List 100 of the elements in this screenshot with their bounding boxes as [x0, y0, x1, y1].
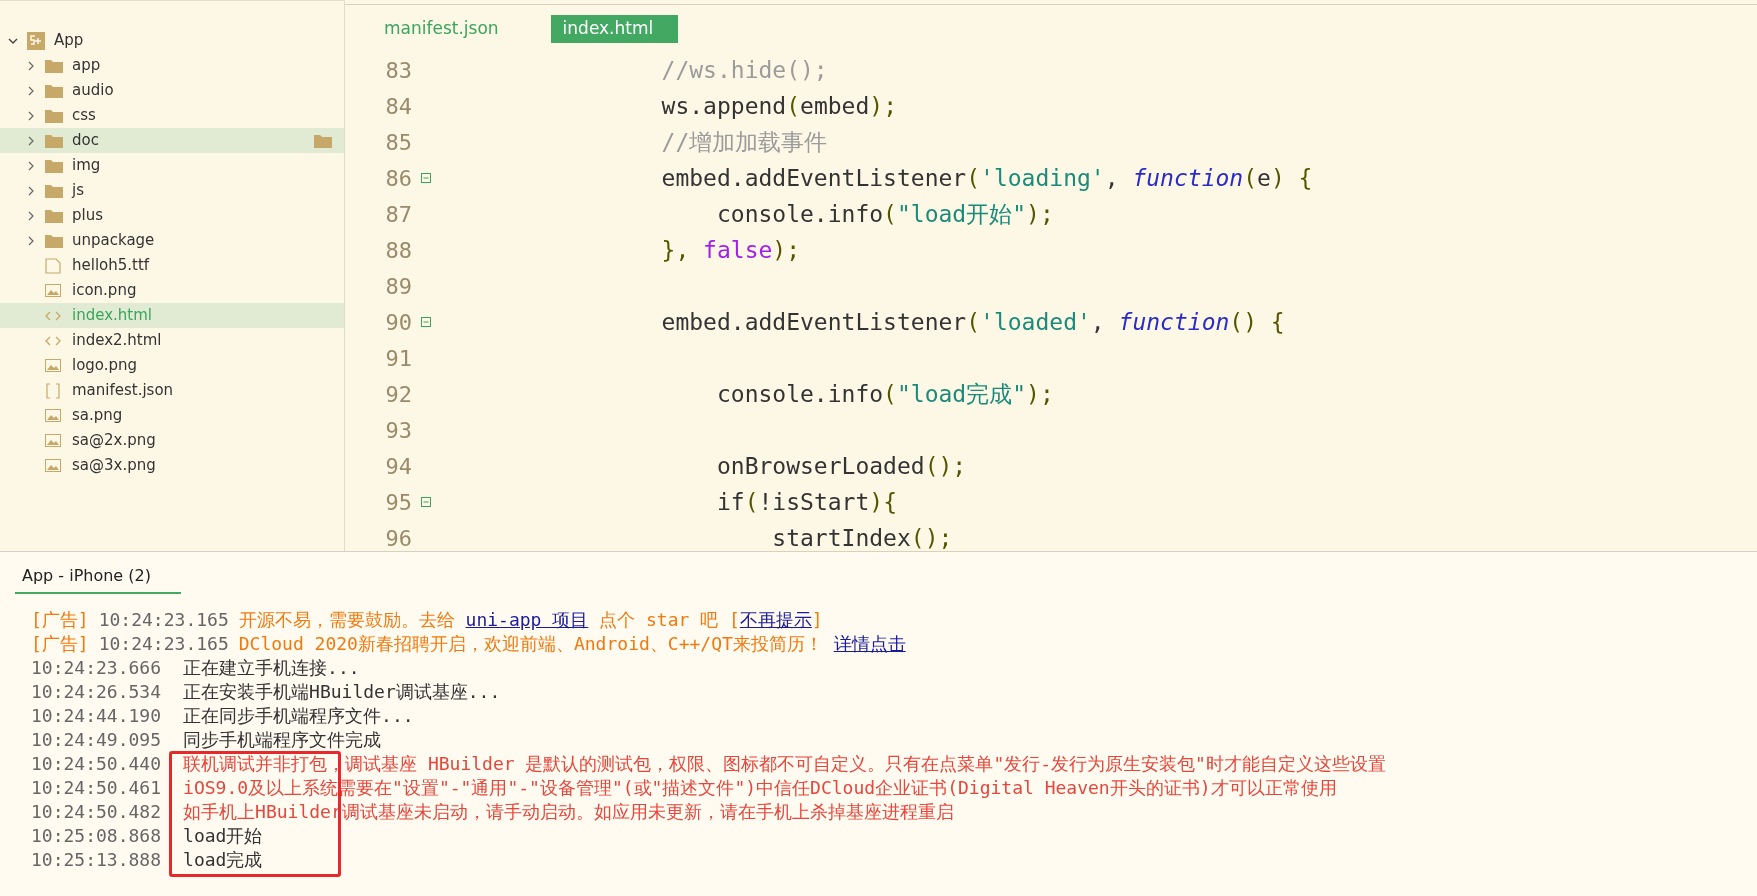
chevron-right-icon[interactable] — [26, 85, 36, 96]
code-line: embed.addEventListener('loaded', function() { — [660, 307, 1285, 337]
console-link[interactable]: 不再提示 — [739, 609, 812, 630]
tree-item-label: doc — [72, 130, 99, 152]
folder-icon — [45, 158, 63, 173]
project-icon — [27, 31, 45, 50]
log-message: 正在建立手机连接... — [183, 656, 360, 680]
image-file-icon — [45, 459, 61, 472]
line-number: 88 — [384, 236, 412, 265]
code-line: startIndex(); — [771, 523, 953, 551]
code-line: console.info("load开始"); — [715, 199, 1054, 229]
log-timestamp: 10:24:50.440 — [31, 752, 162, 776]
tree-item[interactable]: doc — [0, 128, 344, 153]
tree-item-label: index.html — [72, 305, 152, 327]
image-file-icon — [45, 359, 61, 372]
chevron-right-icon[interactable] — [26, 185, 36, 196]
line-number: 96 — [384, 524, 412, 551]
brackets-file-icon — [45, 382, 61, 399]
tree-item[interactable]: sa@2x.png — [0, 428, 344, 453]
tree-item-label: sa.png — [72, 405, 123, 427]
tree-item-label: js — [72, 180, 84, 202]
tree-item[interactable]: img — [0, 153, 344, 178]
line-number: 92 — [384, 380, 412, 409]
file-icon — [45, 257, 61, 274]
line-number: 91 — [384, 344, 412, 373]
line-number: 90 — [384, 308, 412, 337]
tree-item[interactable]: unpackage — [0, 228, 344, 253]
line-number: 93 — [384, 416, 412, 445]
console-tab[interactable]: App - iPhone (2) — [15, 564, 181, 594]
code-line: embed.addEventListener('loading', function(e) { — [660, 163, 1313, 193]
log-message: 正在同步手机端程序文件... — [183, 704, 414, 728]
code-file-icon — [45, 335, 61, 346]
chevron-right-icon[interactable] — [26, 160, 36, 171]
tree-item[interactable]: logo.png — [0, 353, 344, 378]
line-number: 86 — [384, 164, 412, 193]
folder-icon — [45, 233, 63, 248]
log-timestamp: 10:25:13.888 — [31, 848, 162, 872]
tree-item[interactable]: css — [0, 103, 344, 128]
console-link[interactable]: 详情点击 — [833, 633, 906, 654]
log-timestamp: 10:24:44.190 — [31, 704, 162, 728]
code-file-icon — [45, 310, 61, 321]
log-message: 同步手机端程序文件完成 — [183, 728, 382, 752]
log-timestamp: 10:25:08.868 — [31, 824, 162, 848]
log-timestamp: 10:24:49.095 — [31, 728, 162, 752]
tree-item[interactable]: App — [0, 28, 344, 53]
chevron-right-icon[interactable] — [26, 110, 36, 121]
tree-item-label: css — [72, 105, 96, 127]
log-timestamp: 10:24:23.165 — [98, 608, 229, 632]
tree-item-label: audio — [72, 80, 114, 102]
code-line: //增加加载事件 — [660, 127, 828, 157]
tree-item-label: manifest.json — [72, 380, 174, 402]
log-timestamp: 10:24:50.461 — [31, 776, 162, 800]
tree-item[interactable]: audio — [0, 78, 344, 103]
log-timestamp: 10:24:50.482 — [31, 800, 162, 824]
image-file-icon — [45, 284, 61, 297]
tree-item-label: helloh5.ttf — [72, 255, 150, 277]
tree-item[interactable]: sa@3x.png — [0, 453, 344, 478]
code-line: ws.append(embed); — [660, 91, 897, 121]
chevron-right-icon[interactable] — [26, 135, 36, 146]
log-timestamp: 10:24:26.534 — [31, 680, 162, 704]
tree-item[interactable]: icon.png — [0, 278, 344, 303]
chevron-right-icon[interactable] — [26, 60, 36, 71]
log-message: 正在安装手机端HBuilder调试基座... — [183, 680, 501, 704]
tree-item-label: logo.png — [72, 355, 138, 377]
folder-icon — [45, 133, 63, 148]
tree-item-label: App — [54, 30, 84, 52]
console-link[interactable]: uni-app 项目 — [465, 609, 589, 630]
fold-toggle-icon[interactable] — [421, 173, 431, 183]
folder-icon — [45, 83, 63, 98]
fold-toggle-icon[interactable] — [421, 497, 431, 507]
chevron-right-icon[interactable] — [26, 235, 36, 246]
image-file-icon — [45, 409, 61, 422]
log-message: 开源不易，需要鼓励。去给 uni-app 项目 点个 star 吧 [不再提示] — [238, 608, 823, 632]
tree-item-label: sa@3x.png — [72, 455, 156, 477]
chevron-right-icon[interactable] — [26, 210, 36, 221]
line-number: 84 — [384, 92, 412, 121]
line-number: 85 — [384, 128, 412, 157]
code-line: console.info("load完成"); — [715, 379, 1054, 409]
code-line: if(!isStart){ — [715, 487, 897, 517]
folder-icon — [45, 58, 63, 73]
line-number: 89 — [384, 272, 412, 301]
tree-item-label: index2.html — [72, 330, 162, 352]
tree-item[interactable]: manifest.json — [0, 378, 344, 403]
tree-item[interactable]: helloh5.ttf — [0, 253, 344, 278]
log-timestamp: 10:24:23.666 — [31, 656, 162, 680]
tree-item[interactable]: index2.html — [0, 328, 344, 353]
log-message: load完成 — [183, 848, 263, 872]
line-number: 83 — [384, 56, 412, 85]
tree-item[interactable]: sa.png — [0, 403, 344, 428]
tree-item-label: plus — [72, 205, 103, 227]
folder-icon — [45, 183, 63, 198]
tree-item[interactable]: plus — [0, 203, 344, 228]
tree-item-label: unpackage — [72, 230, 155, 252]
code-line: }, false); — [660, 235, 801, 265]
tree-item[interactable]: app — [0, 53, 344, 78]
code-line: onBrowserLoaded(); — [715, 451, 967, 481]
tree-item[interactable]: js — [0, 178, 344, 203]
log-message: load开始 — [183, 824, 263, 848]
line-number: 95 — [384, 488, 412, 517]
fold-toggle-icon[interactable] — [421, 317, 431, 327]
